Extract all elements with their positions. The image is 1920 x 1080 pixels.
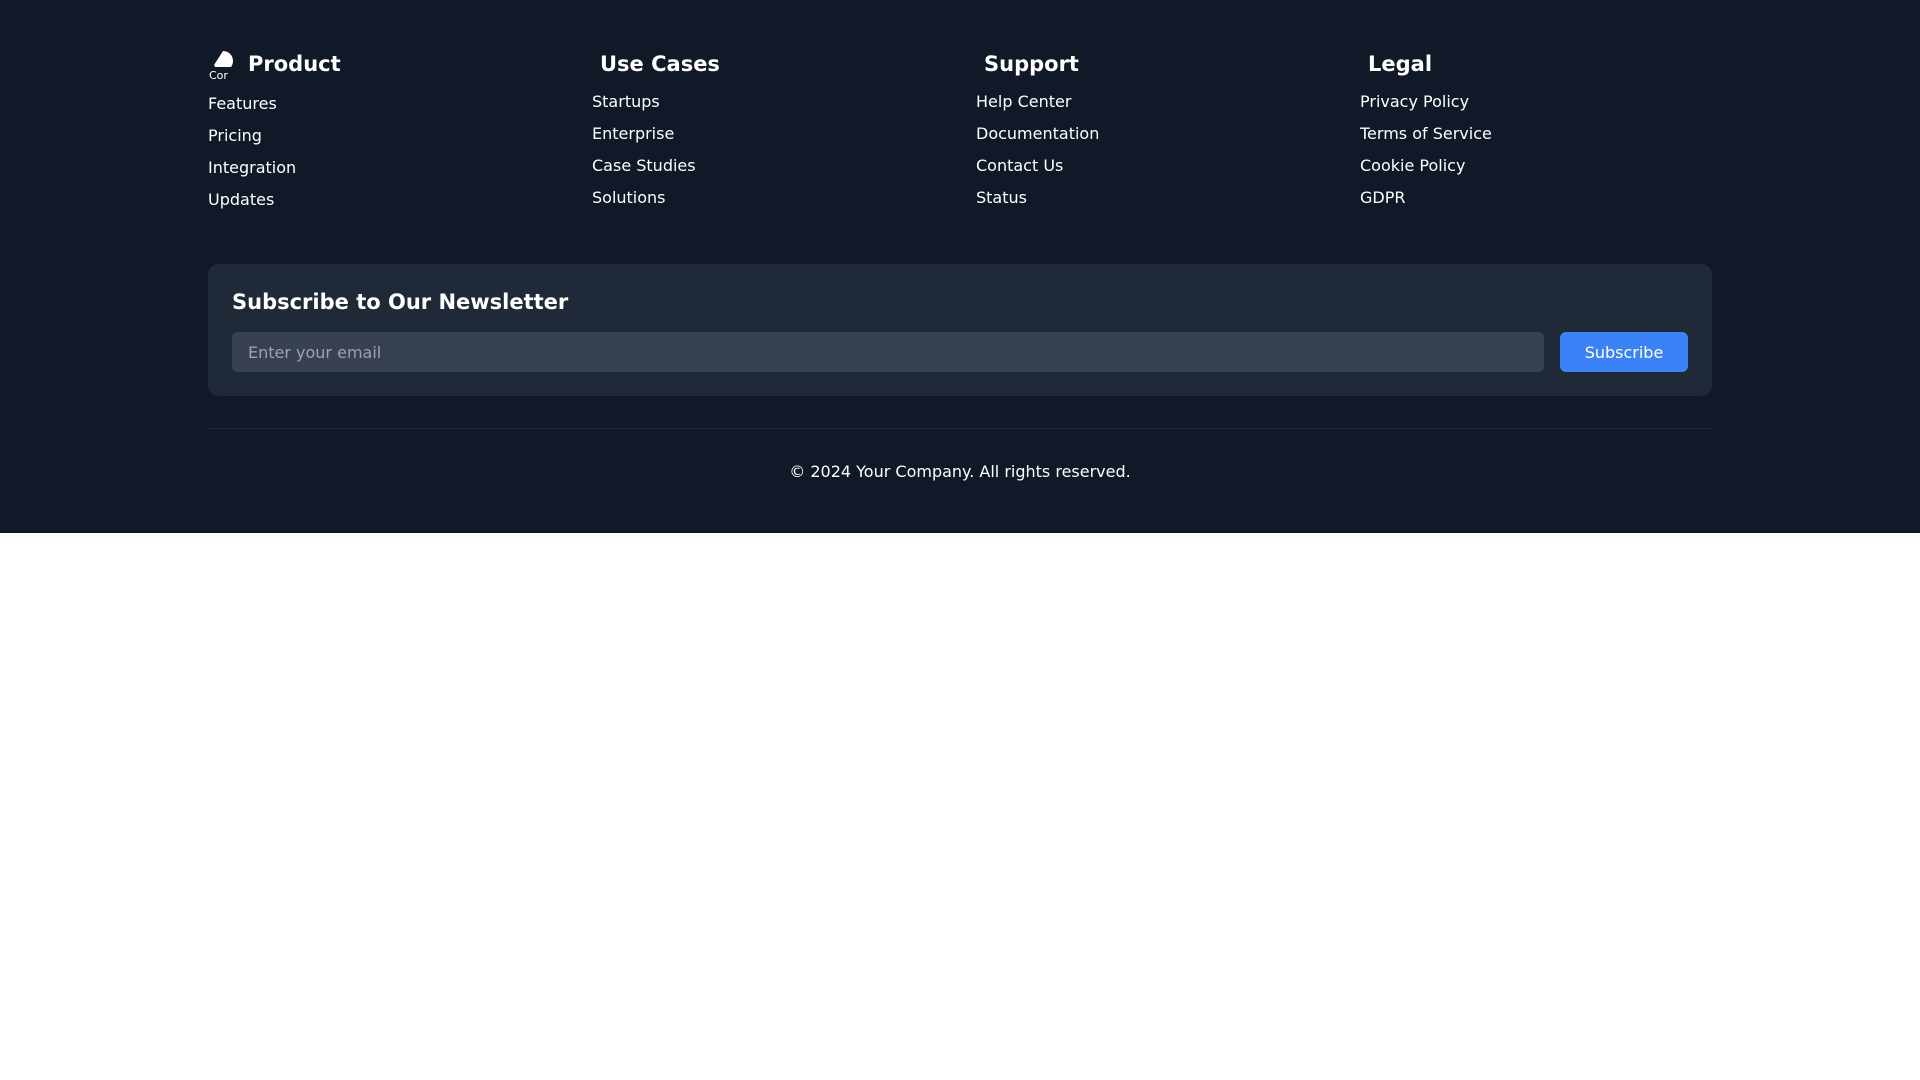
site-footer: Cor Product Features Pricing Integration… (0, 0, 1920, 533)
footer-divider (208, 428, 1712, 429)
footer-column-product: Cor Product Features Pricing Integration… (208, 48, 341, 222)
footer-link-enterprise[interactable]: Enterprise (592, 124, 720, 144)
footer-link-list: Help Center Documentation Contact Us Sta… (976, 92, 1099, 208)
newsletter-panel: Subscribe to Our Newsletter Subscribe (208, 264, 1712, 396)
footer-link-terms-of-service[interactable]: Terms of Service (1360, 124, 1492, 144)
footer-link-status[interactable]: Status (976, 188, 1099, 208)
footer-link-help-center[interactable]: Help Center (976, 92, 1099, 112)
footer-column-header: Support (976, 48, 1099, 80)
footer-column-header: Cor Product (208, 48, 341, 80)
footer-column-use-cases: Use Cases Startups Enterprise Case Studi… (592, 48, 720, 220)
footer-link-integration[interactable]: Integration (208, 158, 341, 178)
copyright-text: © 2024 Your Company. All rights reserved… (789, 462, 1131, 481)
footer-link-features[interactable]: Features (208, 94, 341, 114)
footer-link-contact-us[interactable]: Contact Us (976, 156, 1099, 176)
company-logo-icon[interactable]: Cor (208, 49, 238, 79)
footer-link-privacy-policy[interactable]: Privacy Policy (1360, 92, 1492, 112)
newsletter-title: Subscribe to Our Newsletter (232, 290, 569, 314)
footer-link-list: Features Pricing Integration Updates (208, 94, 341, 210)
footer-link-updates[interactable]: Updates (208, 190, 341, 210)
svg-text:Cor: Cor (209, 69, 228, 79)
subscribe-button[interactable]: Subscribe (1560, 332, 1688, 372)
footer-link-documentation[interactable]: Documentation (976, 124, 1099, 144)
footer-column-title: Support (984, 52, 1079, 76)
footer-link-pricing[interactable]: Pricing (208, 126, 341, 146)
footer-column-legal: Legal Privacy Policy Terms of Service Co… (1360, 48, 1492, 220)
footer-column-support: Support Help Center Documentation Contac… (976, 48, 1099, 220)
footer-column-header: Legal (1360, 48, 1492, 80)
footer-link-cookie-policy[interactable]: Cookie Policy (1360, 156, 1492, 176)
footer-link-list: Privacy Policy Terms of Service Cookie P… (1360, 92, 1492, 208)
footer-column-title: Legal (1368, 52, 1433, 76)
footer-link-solutions[interactable]: Solutions (592, 188, 720, 208)
footer-column-header: Use Cases (592, 48, 720, 80)
footer-link-list: Startups Enterprise Case Studies Solutio… (592, 92, 720, 208)
footer-column-title: Product (248, 52, 341, 76)
footer-column-title: Use Cases (600, 52, 720, 76)
newsletter-email-input[interactable] (232, 332, 1544, 372)
footer-link-startups[interactable]: Startups (592, 92, 720, 112)
footer-link-gdpr[interactable]: GDPR (1360, 188, 1492, 208)
footer-link-case-studies[interactable]: Case Studies (592, 156, 720, 176)
